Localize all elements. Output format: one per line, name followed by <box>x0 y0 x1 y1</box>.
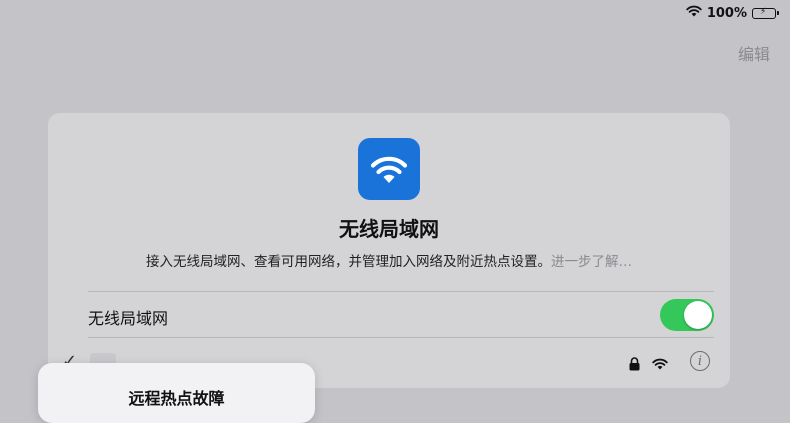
wifi-card: 无线局域网 接入无线局域网、查看可用网络，并管理加入网络及附近热点设置。进一步了… <box>48 113 730 388</box>
battery-icon: ⚡ <box>752 7 779 19</box>
card-title: 无线局域网 <box>339 217 439 241</box>
network-wifi-icon <box>652 355 668 374</box>
status-wifi-icon <box>686 5 702 21</box>
wifi-toggle-label: 无线局域网 <box>88 309 169 328</box>
popup-title: 远程热点故障 <box>128 389 225 408</box>
wifi-toggle[interactable] <box>660 299 714 331</box>
description-text: 接入无线局域网、查看可用网络，并管理加入网络及附近热点设置。 <box>146 254 551 270</box>
battery-percent: 100% <box>706 5 747 21</box>
divider-top <box>88 291 714 292</box>
hotspot-error-popup: 远程热点故障 <box>38 363 315 423</box>
edit-button[interactable]: 编辑 <box>738 41 770 65</box>
info-icon[interactable]: i <box>690 351 710 371</box>
divider-bottom <box>88 337 714 338</box>
card-description: 接入无线局域网、查看可用网络，并管理加入网络及附近热点设置。进一步了解… <box>48 250 730 270</box>
status-bar: 100% ⚡ <box>686 4 779 22</box>
toggle-knob <box>684 301 712 329</box>
wifi-app-icon <box>358 138 420 200</box>
learn-more-link[interactable]: 进一步了解… <box>551 254 632 270</box>
lock-icon <box>629 356 640 375</box>
